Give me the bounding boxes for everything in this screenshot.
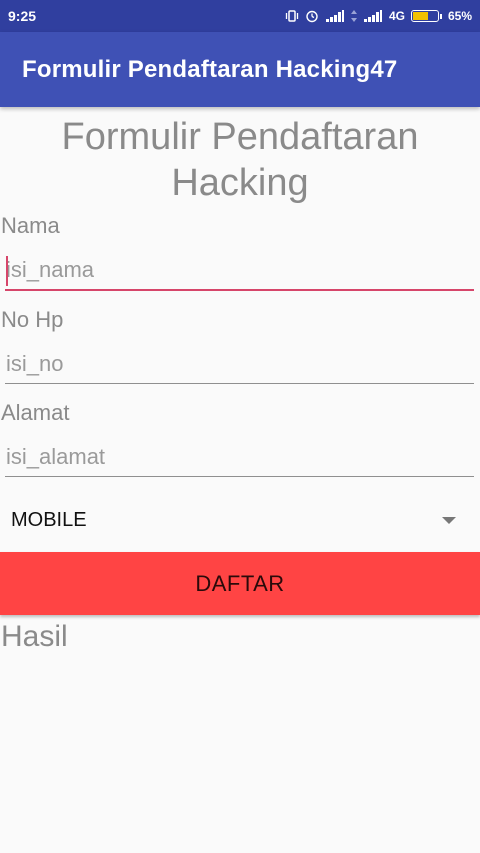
platform-spinner[interactable]: MOBILE	[0, 498, 480, 542]
vibrate-icon	[285, 9, 299, 23]
app-bar: Formulir Pendaftaran Hacking47	[0, 32, 480, 107]
nama-label: Nama	[1, 213, 60, 238]
daftar-button[interactable]: DAFTAR	[0, 552, 480, 615]
signal-icon	[325, 10, 345, 22]
form-heading: Formulir Pendaftaran Hacking	[61, 116, 419, 204]
status-time: 9:25	[8, 8, 37, 24]
dropdown-arrow-icon	[442, 516, 456, 524]
spinner-value: MOBILE	[11, 508, 87, 531]
alamat-input[interactable]	[5, 437, 474, 477]
signal-icon	[363, 10, 383, 22]
nama-input[interactable]	[5, 251, 474, 291]
battery-icon	[410, 10, 442, 22]
nohp-label: No Hp	[1, 307, 64, 332]
status-icons: 4G 65%	[285, 9, 472, 23]
alarm-icon	[305, 9, 319, 23]
status-bar: 9:25 4G 65%	[0, 0, 480, 32]
network-type: 4G	[388, 9, 405, 23]
battery-percent: 65%	[447, 9, 472, 23]
data-arrows-icon	[350, 10, 357, 22]
app-title: Formulir Pendaftaran Hacking47	[22, 55, 398, 83]
result-text: Hasil	[1, 620, 68, 653]
alamat-label: Alamat	[1, 400, 70, 425]
nohp-input[interactable]	[5, 344, 474, 384]
text-cursor	[6, 256, 8, 286]
